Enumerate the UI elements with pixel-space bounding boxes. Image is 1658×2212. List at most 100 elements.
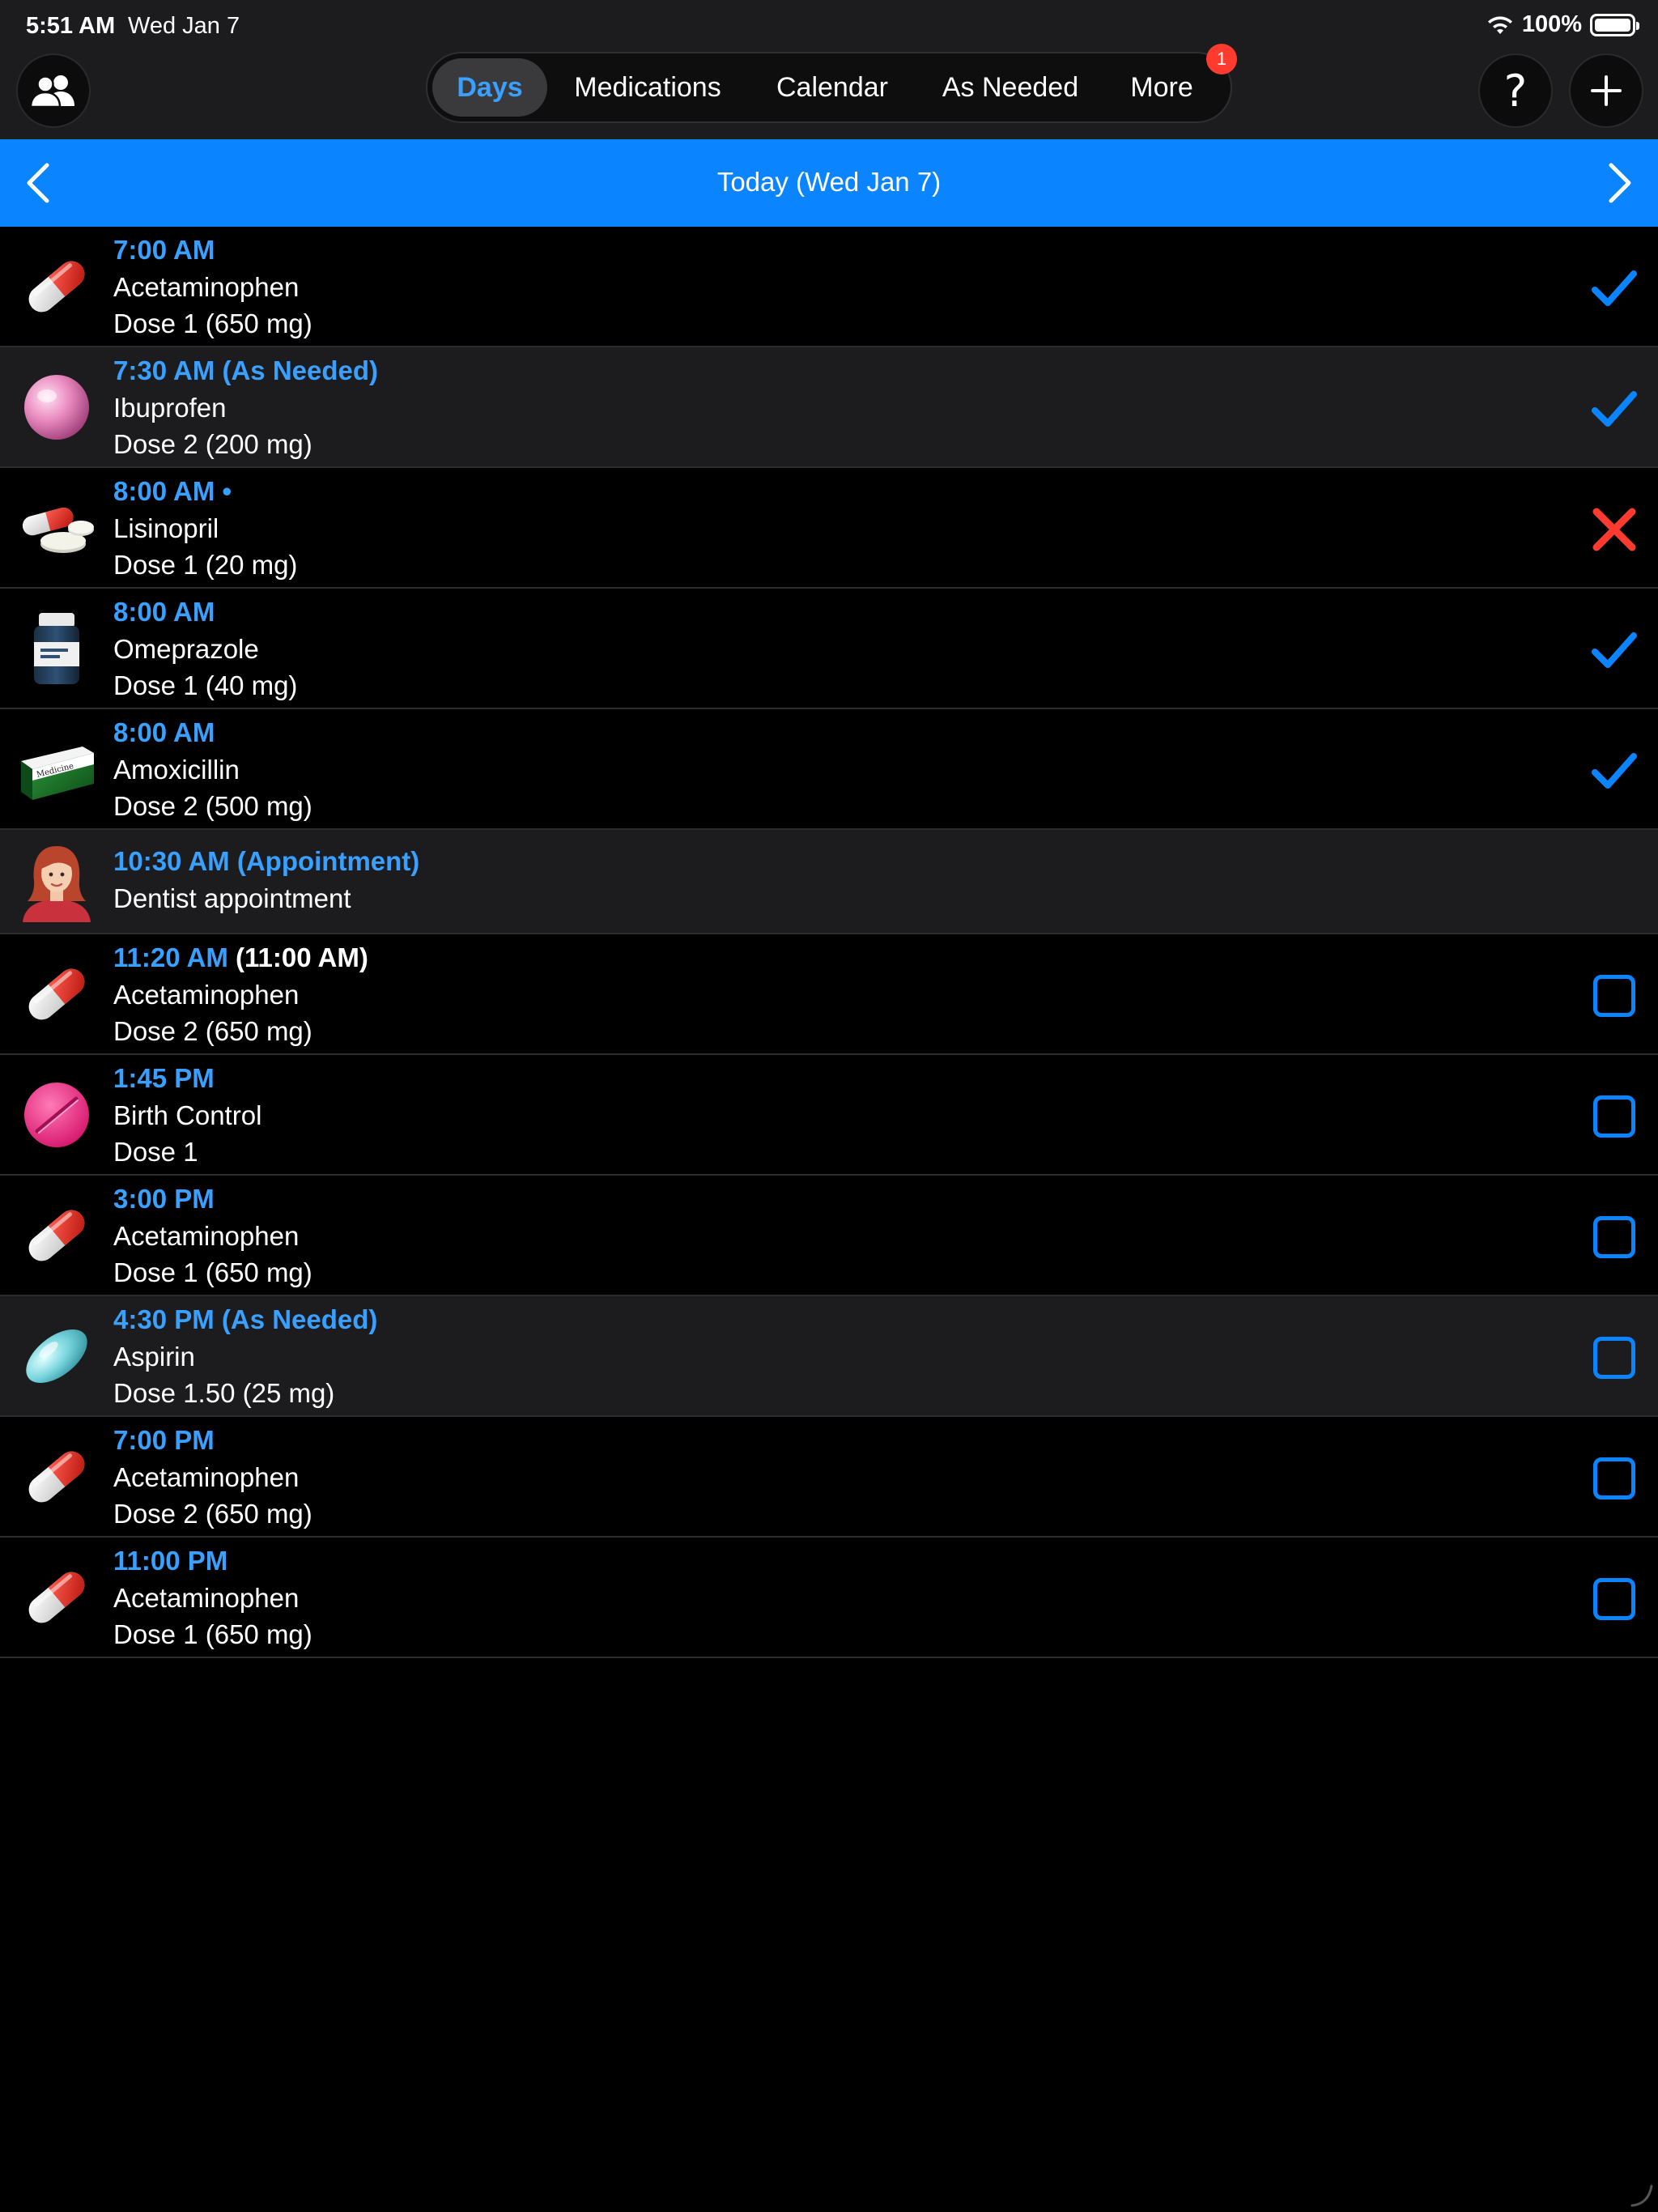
dose-time: 8:00 AM (113, 597, 215, 627)
question-mark-icon: ? (1503, 65, 1528, 117)
dose-time: 3:00 PM (113, 1184, 215, 1214)
dose-amount: Dose 1 (650 mg) (113, 1257, 312, 1287)
tab-more-label: More (1130, 71, 1193, 103)
medication-name: Acetaminophen (113, 272, 300, 302)
take-dose-checkbox[interactable] (1593, 1578, 1635, 1620)
dose-time: 1:45 PM (113, 1063, 215, 1093)
take-dose-checkbox[interactable] (1593, 1457, 1635, 1499)
date-title: Today (Wed Jan 7) (716, 167, 942, 197)
teal-oval-pill-icon (16, 1316, 97, 1397)
dose-row[interactable]: 11:20 AM (11:00 AM) Acetaminophen Dose 2… (0, 934, 1658, 1055)
dose-amount: Dose 1 (40 mg) (113, 670, 298, 700)
dose-list: 7:00 AM Acetaminophen Dose 1 (650 mg) 7:… (0, 227, 1658, 1658)
dose-row[interactable]: 7:00 PM Acetaminophen Dose 2 (650 mg) (0, 1417, 1658, 1538)
pink-round-tablet-icon (16, 1074, 97, 1155)
dose-amount: Dose 1 (650 mg) (113, 308, 312, 338)
status-date: Wed Jan 7 (128, 13, 240, 39)
capsule-red-white-icon (16, 246, 97, 327)
people-button[interactable] (16, 53, 91, 128)
dose-row[interactable]: 3:00 PM Acetaminophen Dose 1 (650 mg) (0, 1176, 1658, 1296)
tab-segmented-control: Days Medications Calendar As Needed More… (426, 44, 1237, 123)
tab-calendar[interactable]: Calendar (748, 58, 916, 117)
dose-time: 8:00 AM (113, 717, 215, 747)
dose-time: 7:00 PM (113, 1425, 215, 1455)
capsule-red-white-icon (16, 1557, 97, 1638)
dose-amount: Dose 2 (500 mg) (113, 791, 312, 821)
dose-row[interactable]: 8:00 AM • Lisinopril Dose 1 (20 mg) (0, 468, 1658, 589)
checkmark-icon[interactable] (1588, 262, 1640, 314)
pill-bottle-icon (16, 608, 97, 689)
missed-x-icon[interactable] (1588, 504, 1640, 555)
tab-as-needed-label: As Needed (942, 71, 1079, 103)
tab-medications[interactable]: Medications (547, 58, 748, 117)
medication-name: Acetaminophen (113, 1221, 300, 1251)
checkmark-icon[interactable] (1588, 383, 1640, 435)
medication-name: Ibuprofen (113, 393, 227, 423)
resize-handle-icon[interactable] (1629, 2183, 1653, 2207)
tab-medications-label: Medications (574, 71, 721, 103)
dose-amount: Dose 2 (650 mg) (113, 1016, 312, 1046)
medication-name: Acetaminophen (113, 980, 300, 1010)
dose-amount: Dose 1.50 (25 mg) (113, 1378, 335, 1408)
dose-row[interactable]: 8:00 AM Amoxicillin Dose 2 (500 mg) (0, 709, 1658, 830)
people-icon (29, 75, 74, 108)
checkmark-icon[interactable] (1588, 624, 1640, 676)
tab-more[interactable]: More 1 (1104, 44, 1237, 117)
dose-time: 8:00 AM • (113, 476, 232, 506)
plus-icon (1591, 75, 1622, 106)
person-avatar-icon (16, 841, 97, 922)
take-dose-checkbox[interactable] (1593, 975, 1635, 1017)
original-scheduled-time: (11:00 AM) (236, 942, 368, 972)
dose-time: 11:00 PM (113, 1546, 228, 1576)
dose-amount: Dose 2 (200 mg) (113, 429, 312, 459)
add-button[interactable] (1569, 53, 1643, 128)
wifi-icon (1487, 15, 1512, 34)
take-dose-checkbox[interactable] (1593, 1216, 1635, 1258)
dose-row[interactable]: 7:30 AM (As Needed) Ibuprofen Dose 2 (20… (0, 347, 1658, 468)
battery-fill (1595, 18, 1630, 32)
checkmark-icon[interactable] (1588, 745, 1640, 797)
tab-days-label: Days (457, 71, 523, 103)
appointment-name: Dentist appointment (113, 883, 351, 913)
dose-amount: Dose 2 (650 mg) (113, 1499, 312, 1529)
dose-time: 11:20 AM (113, 942, 228, 972)
navigation-bar: Days Medications Calendar As Needed More… (0, 44, 1658, 139)
status-time: 5:51 AM (26, 13, 116, 39)
appointment-row[interactable]: 10:30 AM (Appointment) Dentist appointme… (0, 830, 1658, 934)
medication-name: Lisinopril (113, 513, 219, 543)
dose-time: 7:30 AM (As Needed) (113, 355, 379, 385)
date-header: Today (Wed Jan 7) (0, 139, 1658, 227)
capsule-red-white-icon (16, 1436, 97, 1517)
take-dose-checkbox[interactable] (1593, 1095, 1635, 1138)
next-day-chevron-icon[interactable] (1592, 157, 1643, 209)
take-dose-checkbox[interactable] (1593, 1337, 1635, 1379)
dose-amount: Dose 1 (650 mg) (113, 1619, 312, 1649)
tab-calendar-label: Calendar (776, 71, 888, 103)
medication-name: Birth Control (113, 1100, 262, 1130)
status-right: 100% (1486, 11, 1639, 38)
status-bar: 5:51 AM Wed Jan 7 100% (0, 0, 1658, 52)
notification-badge: 1 (1206, 44, 1237, 74)
appointment-time: 10:30 AM (Appointment) (113, 846, 420, 876)
battery-percent: 100% (1521, 11, 1582, 37)
dose-time-line: 11:20 AM (11:00 AM) (113, 942, 368, 973)
dose-time: 7:00 AM (113, 235, 215, 265)
dose-row[interactable]: 4:30 PM (As Needed) Aspirin Dose 1.50 (2… (0, 1296, 1658, 1417)
medication-name: Amoxicillin (113, 755, 240, 785)
medication-name: Acetaminophen (113, 1462, 300, 1492)
medication-name: Acetaminophen (113, 1583, 300, 1613)
medication-name: Aspirin (113, 1342, 195, 1372)
tab-days[interactable]: Days (432, 58, 547, 117)
dose-row[interactable]: 8:00 AM Omeprazole Dose 1 (40 mg) (0, 589, 1658, 709)
dose-row[interactable]: 11:00 PM Acetaminophen Dose 1 (650 mg) (0, 1538, 1658, 1658)
tab-as-needed[interactable]: As Needed (916, 58, 1104, 117)
capsule-red-white-icon (16, 1195, 97, 1276)
help-button[interactable]: ? (1478, 53, 1553, 128)
capsule-and-tablets-icon (16, 487, 97, 568)
capsule-red-white-icon (16, 954, 97, 1035)
dose-row[interactable]: 1:45 PM Birth Control Dose 1 (0, 1055, 1658, 1176)
dose-time: 4:30 PM (As Needed) (113, 1304, 378, 1334)
dose-row[interactable]: 7:00 AM Acetaminophen Dose 1 (650 mg) (0, 227, 1658, 347)
medicine-box-icon (16, 729, 97, 810)
dose-amount: Dose 1 (20 mg) (113, 550, 298, 580)
